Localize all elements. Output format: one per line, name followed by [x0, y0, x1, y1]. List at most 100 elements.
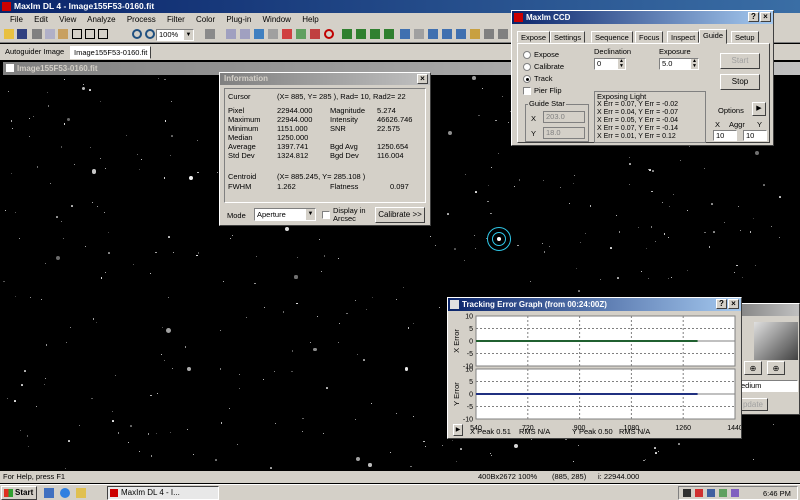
tool-g-icon[interactable]	[296, 29, 306, 39]
tool-i-icon[interactable]	[356, 29, 366, 39]
quicklaunch-desktop-icon[interactable]	[44, 488, 54, 498]
copy-icon[interactable]	[45, 29, 55, 39]
mode-select[interactable]: Aperture ▼	[254, 208, 316, 221]
tool-n-icon[interactable]	[428, 29, 438, 39]
ccd-tab-sequence[interactable]: Sequence	[591, 31, 633, 43]
spinner-icon[interactable]: ▲ ▼	[691, 59, 698, 69]
zoom-in-small-button[interactable]: ⊕	[744, 361, 762, 375]
paste-icon[interactable]	[58, 29, 68, 39]
start-menu-button[interactable]: Start	[1, 486, 37, 500]
aggr-y-field[interactable]: 10	[743, 130, 767, 141]
star	[413, 416, 415, 418]
tool-c-icon[interactable]	[240, 29, 250, 39]
tool-p-icon[interactable]	[456, 29, 466, 39]
tool-l-icon[interactable]	[400, 29, 410, 39]
declination-field[interactable]: 0 ▲ ▼	[594, 58, 626, 70]
ccd-tab-guide[interactable]: Guide	[699, 29, 728, 44]
tool-d-icon[interactable]	[254, 29, 264, 39]
tab-autoguider-image[interactable]: Autoguider Image	[3, 46, 66, 58]
menu-process[interactable]: Process	[127, 15, 156, 24]
close-icon[interactable]: ×	[728, 299, 739, 309]
ccd-tab-expose[interactable]: Expose	[517, 31, 551, 43]
tray-icon-2[interactable]	[695, 489, 703, 497]
tool-s-icon[interactable]	[498, 29, 508, 39]
start-button[interactable]: Start	[720, 53, 760, 69]
quicklaunch-ie-icon[interactable]	[60, 488, 70, 498]
radio-track[interactable]	[523, 75, 531, 83]
tool-o-icon[interactable]	[442, 29, 452, 39]
radio-expose[interactable]	[523, 51, 531, 59]
ccd-tab-setup[interactable]: Setup	[731, 31, 759, 43]
tracking-titlebar[interactable]: Tracking Error Graph (from 00:24:00Z) ? …	[448, 298, 741, 311]
menu-plugin[interactable]: Plug-in	[226, 15, 251, 24]
star	[740, 230, 742, 232]
update-button[interactable]: pdate	[738, 398, 768, 411]
tool-a-icon[interactable]	[205, 29, 215, 39]
stop-button[interactable]: Stop	[720, 74, 760, 90]
menu-color[interactable]: Color	[196, 15, 215, 24]
menu-analyze[interactable]: Analyze	[87, 15, 115, 24]
menu-filter[interactable]: Filter	[167, 15, 185, 24]
menu-file[interactable]: File	[10, 15, 23, 24]
zoom-out-icon[interactable]	[145, 29, 155, 39]
tool-k-icon[interactable]	[384, 29, 394, 39]
gs-x-field[interactable]: 203.0	[543, 111, 585, 123]
arcsec-checkbox[interactable]	[322, 211, 330, 219]
flatness-label: Flatness	[330, 182, 359, 191]
zoom-select[interactable]: 100% ▼	[156, 29, 194, 41]
zoom-in-icon[interactable]	[132, 29, 142, 39]
radio-calibrate[interactable]	[523, 63, 531, 71]
star	[171, 135, 173, 137]
sel-tool-icon[interactable]	[98, 29, 108, 39]
ccd-titlebar[interactable]: MaxIm CCD ? ×	[512, 11, 773, 24]
open-icon[interactable]	[4, 29, 14, 39]
tool-m-icon[interactable]	[414, 29, 424, 39]
tool-b-icon[interactable]	[226, 29, 236, 39]
graph-play-button[interactable]: ▶	[453, 424, 463, 436]
ccd-tab-inspect[interactable]: Inspect	[667, 31, 700, 43]
star	[578, 290, 580, 292]
exposure-field[interactable]: 5.0 ▲ ▼	[659, 58, 699, 70]
cut-icon[interactable]	[32, 29, 42, 39]
calibrate-button[interactable]: Calibrate >>	[375, 207, 425, 223]
star	[285, 226, 290, 231]
background-window-titlebar[interactable]	[734, 304, 799, 316]
aggr-x-field[interactable]: 10	[713, 130, 737, 141]
tray-icon-1[interactable]	[683, 489, 691, 497]
zoom-out-small-button[interactable]: ⊕	[767, 361, 785, 375]
quicklaunch-folder-icon[interactable]	[76, 488, 86, 498]
dc-tool-icon[interactable]	[85, 29, 95, 39]
spinner-icon[interactable]: ▲ ▼	[618, 59, 625, 69]
star	[650, 226, 653, 228]
save-icon[interactable]	[17, 29, 27, 39]
tool-j-icon[interactable]	[370, 29, 380, 39]
help-icon[interactable]: ?	[716, 299, 727, 309]
tool-e-icon[interactable]	[268, 29, 278, 39]
mode-tool-icon[interactable]	[72, 29, 82, 39]
menu-edit[interactable]: Edit	[34, 15, 48, 24]
options-button[interactable]: ▶	[752, 102, 766, 116]
close-icon[interactable]: ×	[760, 12, 771, 22]
stop-icon[interactable]	[324, 29, 334, 39]
tray-icon-4[interactable]	[719, 489, 727, 497]
menu-view[interactable]: View	[59, 15, 76, 24]
tool-r-icon[interactable]	[484, 29, 494, 39]
ccd-tab-settings[interactable]: Settings	[550, 31, 586, 43]
taskbar-maxim-button[interactable]: MaxIm DL 4 - I...	[107, 486, 219, 500]
menu-window[interactable]: Window	[263, 15, 291, 24]
tab-image-file[interactable]: Image155F53-0160.fit	[70, 46, 152, 59]
menu-help[interactable]: Help	[302, 15, 318, 24]
quality-select[interactable]: edium	[738, 380, 798, 392]
tool-q-icon[interactable]	[470, 29, 480, 39]
tray-icon-5[interactable]	[731, 489, 739, 497]
histogram-icon[interactable]	[342, 29, 352, 39]
pierflip-checkbox[interactable]	[523, 87, 531, 95]
gs-y-field[interactable]: 18.0	[543, 127, 585, 139]
tool-h-icon[interactable]	[310, 29, 320, 39]
information-titlebar[interactable]: Information ×	[220, 73, 430, 85]
ccd-tab-focus[interactable]: Focus	[635, 31, 664, 43]
tool-f-icon[interactable]	[282, 29, 292, 39]
help-icon[interactable]: ?	[748, 12, 759, 22]
tray-icon-3[interactable]	[707, 489, 715, 497]
close-icon[interactable]: ×	[417, 74, 428, 84]
